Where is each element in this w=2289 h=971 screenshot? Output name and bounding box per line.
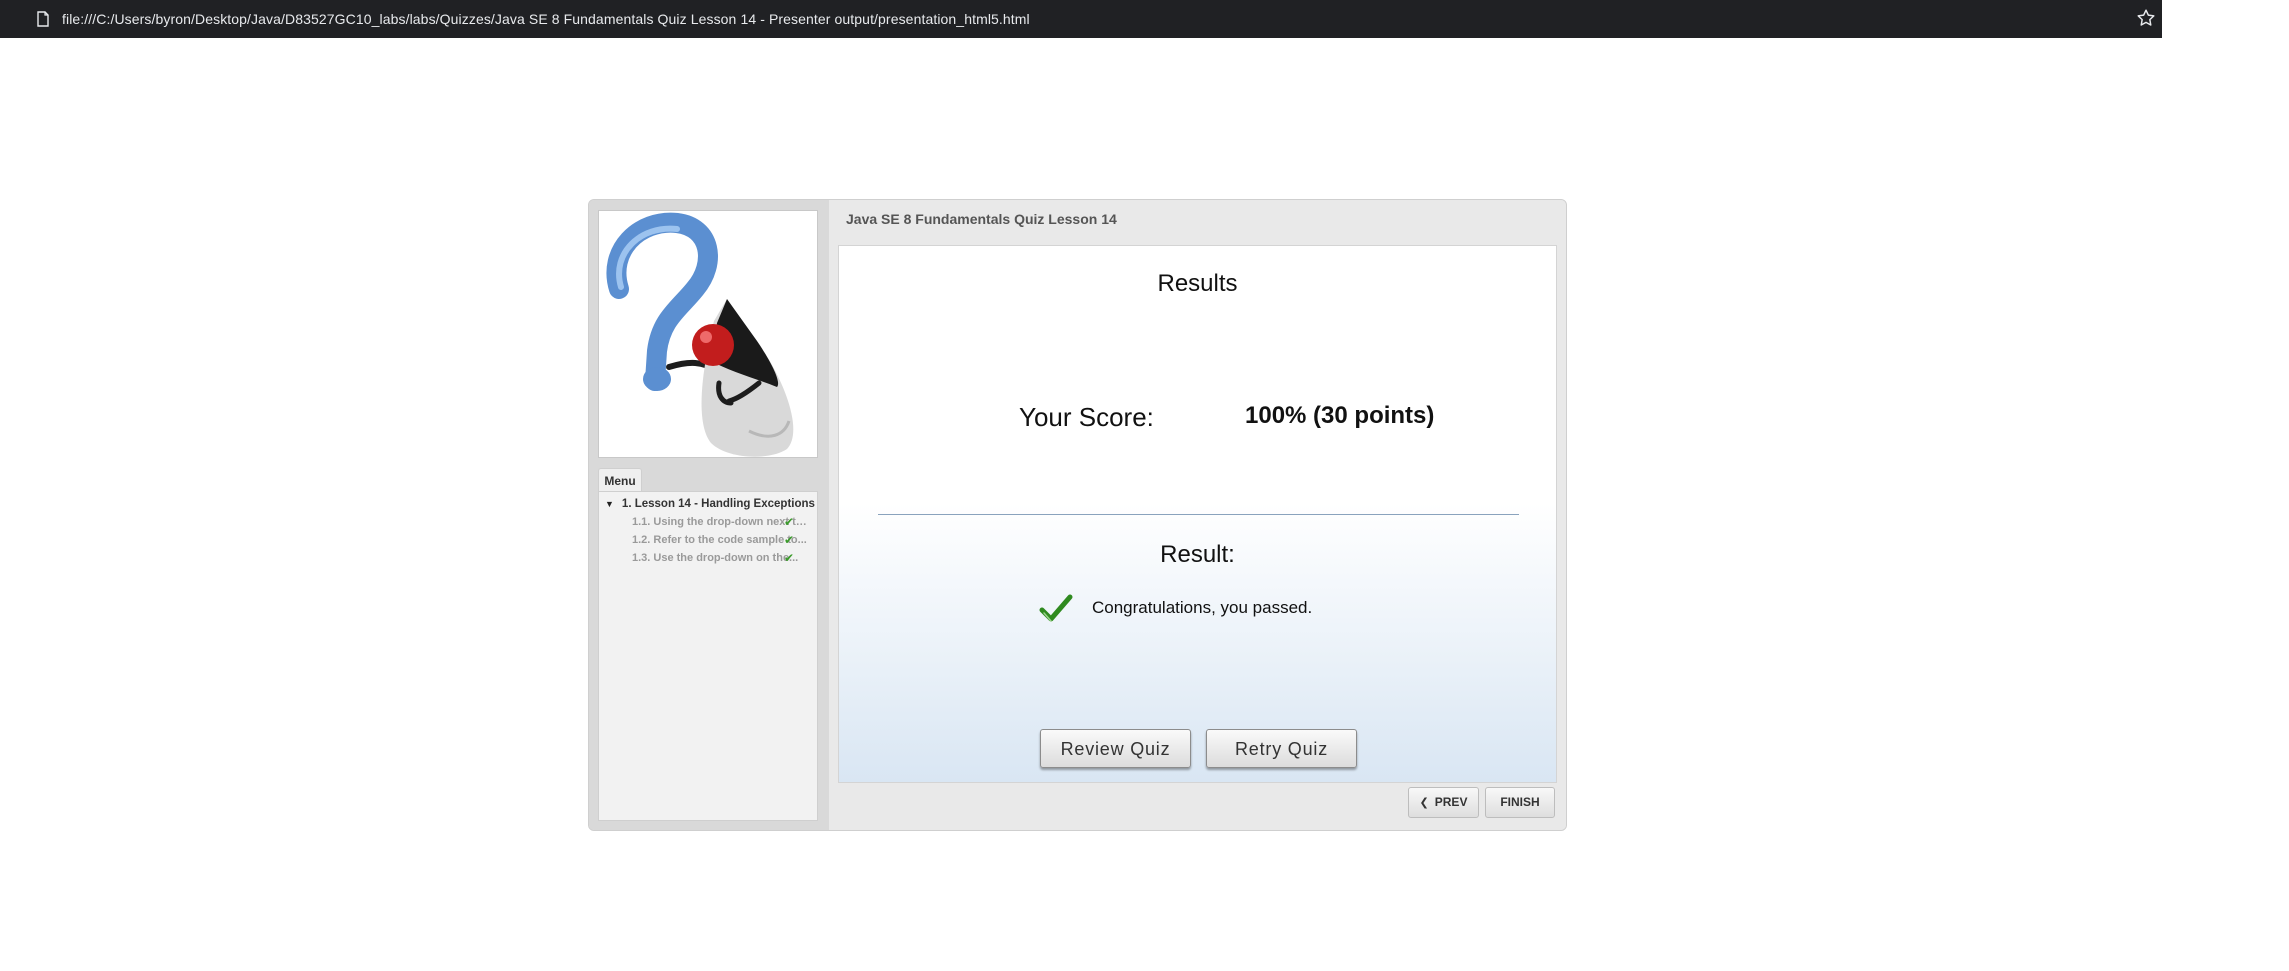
browser-chrome-edge [2162,0,2289,38]
finish-button[interactable]: FINISH [1485,787,1555,818]
quiz-player: Menu ▼ 1. Lesson 14 - Handling Exceptions… [588,199,1567,831]
result-label: Result: [1160,541,1235,568]
menu-panel: ▼ 1. Lesson 14 - Handling Exceptions 1.1.… [598,491,818,821]
check-icon: ✔ [784,552,795,564]
prev-button[interactable]: ❮ PREV [1408,787,1479,818]
retry-quiz-button[interactable]: Retry Quiz [1206,729,1357,768]
logo-box [598,210,818,458]
menu-item-1-3[interactable]: 1.3. Use the drop-down on the... ✔ [632,552,814,564]
menu-section-label: 1. Lesson 14 - Handling Exceptions [621,498,815,510]
results-heading: Results [1157,270,1238,297]
url-text[interactable]: file:///C:/Users/byron/Desktop/Java/D835… [62,10,1030,28]
menu-item-1-2[interactable]: 1.2. Refer to the code sample to... ✔ [632,534,814,546]
quiz-title: Java SE 8 Fundamentals Quiz Lesson 14 [846,211,1117,227]
menu-section-lesson-14[interactable]: ▼ 1. Lesson 14 - Handling Exceptions [605,498,815,510]
score-label: Your Score: [1019,402,1154,432]
browser-url-bar[interactable]: file:///C:/Users/byron/Desktop/Java/D835… [0,0,2162,38]
review-quiz-button[interactable]: Review Quiz [1040,729,1191,768]
star-icon[interactable] [2135,7,2157,29]
prev-label: PREV [1434,795,1468,809]
menu-item-1-1[interactable]: 1.1. Using the drop-down next to each...… [632,516,814,528]
results-slide: Results Your Score: 100% (30 points) Res… [838,245,1557,783]
main-area: Java SE 8 Fundamentals Quiz Lesson 14 Re… [829,200,1566,830]
menu-tab[interactable]: Menu [598,468,642,492]
check-icon [1039,594,1073,622]
divider [878,514,1519,515]
caret-down-icon[interactable]: ▼ [605,499,614,509]
pass-message: Congratulations, you passed. [1092,598,1313,617]
chevron-left-icon: ❮ [1419,797,1429,809]
check-icon: ✔ [784,534,795,546]
sidebar: Menu ▼ 1. Lesson 14 - Handling Exceptions… [589,200,829,830]
duke-question-mark-logo [606,212,794,457]
score-value: 100% (30 points) [1245,402,1435,429]
check-icon: ✔ [784,516,795,528]
file-icon [37,11,49,27]
